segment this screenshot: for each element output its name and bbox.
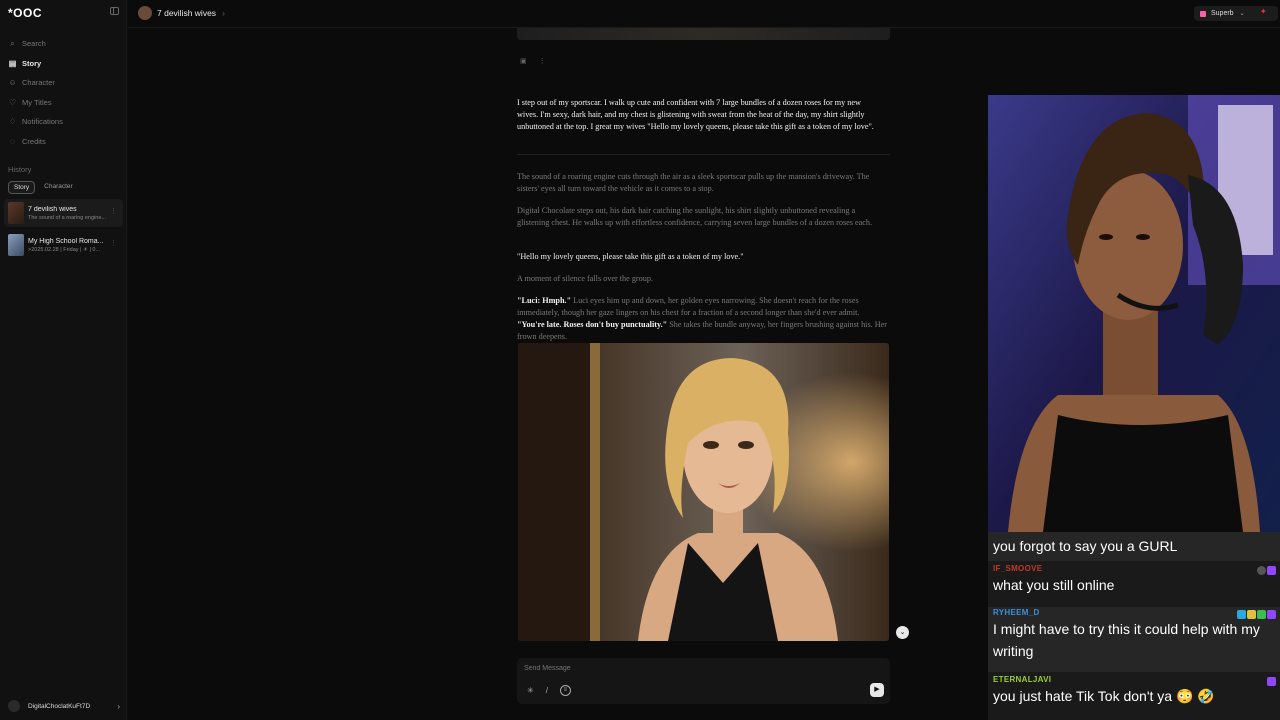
chat-message: IF_SMOOVE what you still online — [988, 563, 1280, 603]
avatar — [8, 700, 20, 712]
sidebar-item-story[interactable]: ▤ Story — [0, 54, 127, 74]
badge-icon — [1267, 610, 1276, 619]
app-logo[interactable]: *OOC — [8, 6, 42, 20]
history-item-title: My High School Roma... — [28, 237, 104, 245]
story-paragraph: The sound of a roaring engine cuts throu… — [517, 172, 870, 193]
streamer-webcam — [988, 95, 1280, 532]
sidebar-nav: ⌕ Search ▤ Story ☺ Character ♡ My Titles… — [0, 34, 127, 151]
history-tab-story[interactable]: Story — [8, 181, 36, 194]
gem-icon — [1200, 10, 1206, 17]
character-illustration — [518, 343, 889, 641]
gift-icon[interactable]: ✦ — [1260, 8, 1268, 16]
chat-text: what you still online — [993, 577, 1115, 593]
chevron-right-icon: › — [222, 8, 225, 18]
story-icon: ▤ — [8, 58, 17, 68]
chat-message: ETERNALJAVI you just hate Tik Tok don't … — [988, 674, 1280, 718]
story-avatar — [138, 6, 152, 20]
sidebar-item-label: My Titles — [22, 97, 52, 107]
history-item-title: 7 devilish wives — [28, 205, 77, 213]
chat-text: I might have to try this it could help w… — [993, 621, 1260, 659]
history-item-subtitle: >2025.02.28 | Friday | ☀ | 0... — [28, 246, 101, 253]
more-icon[interactable]: ⋮ — [110, 207, 117, 215]
sidebar-item-label: Notifications — [22, 117, 63, 127]
image-icon[interactable]: ▣ — [520, 57, 527, 65]
previous-image-edge — [517, 28, 890, 40]
chevron-right-icon: › — [117, 701, 120, 711]
sidebar: *OOC ⌕ Search ▤ Story ☺ Character ♡ My T… — [0, 0, 127, 720]
badge-icon — [1267, 677, 1276, 686]
sparkle-icon[interactable]: ✳ — [527, 686, 534, 695]
chat-badges — [1237, 610, 1276, 619]
story-dialogue: "Hello my lovely queens, please take thi… — [517, 252, 744, 261]
history-thumbnail — [8, 234, 24, 256]
composer-tools: ✳ / ≡ — [527, 685, 571, 696]
chevron-down-icon: ⌄ — [1239, 11, 1245, 17]
badge-icon — [1257, 610, 1266, 619]
sidebar-toggle-icon[interactable] — [110, 7, 119, 15]
generated-character-image[interactable] — [518, 343, 889, 641]
dialogue-line: "You're late. Roses don't buy punctualit… — [517, 320, 668, 329]
chat-message: you forgot to say you a GURL — [988, 532, 1280, 561]
breadcrumb[interactable]: 7 devilish wives › — [138, 6, 225, 20]
username: DigitalChoclatKuFt7D — [28, 702, 91, 710]
history-tabs: Story Character — [8, 181, 78, 194]
message-toolbar: ▣ ⋮ — [520, 57, 546, 65]
sidebar-item-my-titles[interactable]: ♡ My Titles — [0, 93, 127, 113]
scroll-down-button[interactable]: ⌄ — [896, 626, 909, 639]
chat-badges — [1257, 566, 1276, 575]
character-icon: ☺ — [8, 78, 17, 88]
history-tab-character[interactable]: Character — [39, 181, 78, 194]
breadcrumb-title: 7 devilish wives — [157, 8, 217, 18]
options-icon[interactable]: ≡ — [559, 685, 571, 696]
badge-icon — [1237, 610, 1246, 619]
chat-badges — [1267, 677, 1276, 686]
sidebar-item-label: Story — [22, 58, 42, 68]
top-bar: 7 devilish wives › Superb ⌄ ✦ — [128, 0, 1280, 28]
user-profile[interactable]: DigitalChoclatKuFt7D › — [8, 700, 120, 712]
history-heading: History — [8, 165, 32, 174]
history-thumbnail — [8, 202, 24, 224]
heart-icon: ♡ — [8, 97, 17, 107]
speaker-line: "Luci: Hmph." — [517, 296, 572, 305]
plan-label: Superb — [1211, 10, 1234, 17]
badge-icon — [1247, 610, 1256, 619]
user-message: I step out of my sportscar. I walk up cu… — [517, 98, 874, 131]
history-item-subtitle: The sound of a roaring engine... — [28, 214, 106, 221]
slash-command-icon[interactable]: / — [546, 686, 548, 695]
sidebar-item-label: Character — [22, 78, 55, 88]
story-paragraph: A moment of silence falls over the group… — [517, 274, 653, 283]
bell-icon: ♢ — [8, 117, 17, 127]
chat-username: IF_SMOOVE — [993, 564, 1043, 573]
history-item[interactable]: 7 devilish wives The sound of a roaring … — [4, 199, 123, 227]
sidebar-item-label: Search — [22, 39, 46, 49]
sidebar-item-search[interactable]: ⌕ Search — [0, 34, 127, 54]
sidebar-item-label: Credits — [22, 136, 46, 146]
chat-text: you just hate Tik Tok don't ya 😳 🤣 — [993, 688, 1215, 704]
history-item[interactable]: My High School Roma... >2025.02.28 | Fri… — [4, 231, 123, 259]
send-button[interactable]: ▶ — [870, 683, 884, 697]
sidebar-item-credits[interactable]: ◌ Credits — [0, 132, 127, 152]
search-icon: ⌕ — [10, 39, 15, 49]
badge-icon — [1257, 566, 1266, 575]
more-icon[interactable]: ⋮ — [539, 57, 546, 65]
badge-icon — [1267, 566, 1276, 575]
chat-message: RYHEEM_D I might have to try this it cou… — [988, 607, 1280, 672]
sidebar-item-notifications[interactable]: ♢ Notifications — [0, 112, 127, 132]
story-paragraph: Digital Chocolate steps out, his dark ha… — [517, 206, 873, 227]
message-composer: ✳ / ≡ ▶ — [517, 658, 890, 704]
chat-username: ETERNALJAVI — [993, 675, 1052, 684]
more-icon[interactable]: ⋮ — [110, 239, 117, 247]
chat-text: you forgot to say you a GURL — [993, 538, 1178, 554]
credits-icon: ◌ — [10, 136, 15, 146]
divider — [517, 154, 890, 155]
story-paragraph: "Luci: Hmph." Luci eyes him up and down,… — [517, 295, 889, 343]
sidebar-item-character[interactable]: ☺ Character — [0, 73, 127, 93]
webcam-feed — [988, 95, 1280, 532]
stream-chat: you forgot to say you a GURL IF_SMOOVE w… — [988, 532, 1280, 720]
message-input[interactable] — [524, 665, 824, 672]
